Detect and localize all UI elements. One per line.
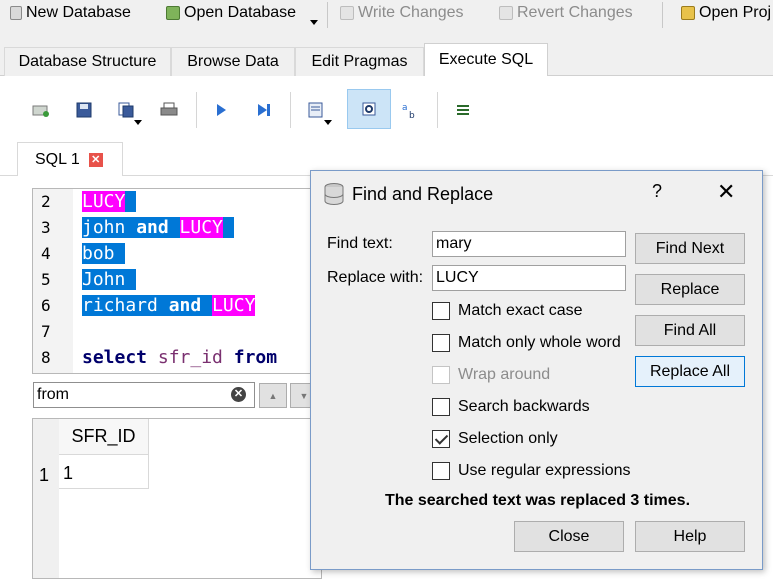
- find-previous-button[interactable]: ▲: [259, 383, 287, 408]
- match-case-label: Match exact case: [458, 302, 583, 319]
- write-changes-button[interactable]: Write Changes: [340, 0, 464, 26]
- replace-with-input[interactable]: LUCY: [432, 265, 626, 291]
- tab-edit-pragmas[interactable]: Edit Pragmas: [295, 47, 424, 76]
- line-number: 7: [41, 322, 51, 341]
- find-next-button[interactable]: Find Next: [635, 233, 745, 264]
- close-tab-icon[interactable]: ✕: [88, 152, 103, 167]
- table-cell[interactable]: 1: [59, 455, 149, 489]
- regex-checkbox[interactable]: Use regular expressions: [432, 460, 631, 482]
- find-text-label: Find text:: [327, 235, 393, 252]
- line-number-gutter: 2 3 4 5 6 7 8: [33, 189, 73, 373]
- execute-all-icon[interactable]: [208, 97, 234, 123]
- selection-only-label: Selection only: [458, 430, 558, 447]
- column-header[interactable]: SFR_ID: [59, 419, 149, 455]
- save-sql-dropdown-arrow[interactable]: [134, 120, 142, 125]
- write-changes-label: Write Changes: [358, 4, 464, 21]
- row-header-gutter: [33, 419, 59, 578]
- code-line-8: select sfr_id from: [82, 347, 278, 368]
- search-backwards-checkbox[interactable]: Search backwards: [432, 396, 590, 418]
- code-line-2: LUCY: [82, 189, 137, 215]
- replaced-match: LUCY: [82, 191, 126, 212]
- clear-search-icon[interactable]: ✕: [231, 387, 246, 402]
- line-number: 4: [41, 244, 51, 263]
- line-number: 6: [41, 296, 51, 315]
- line-number: 8: [41, 348, 51, 367]
- dialog-close-icon[interactable]: ✕: [717, 180, 735, 204]
- line-number: 5: [41, 270, 51, 289]
- find-bar-input[interactable]: from: [33, 382, 255, 408]
- find-text-input[interactable]: mary: [432, 231, 626, 257]
- find-replace-dialog: Find and Replace ? ✕ Find text: mary Rep…: [310, 170, 763, 570]
- selection-only-checkbox[interactable]: Selection only: [432, 428, 558, 450]
- write-changes-icon: [340, 6, 354, 20]
- sql-toolbar-separator: [196, 92, 197, 128]
- match-case-checkbox[interactable]: Match exact case: [432, 300, 583, 322]
- execute-current-line-icon[interactable]: [251, 97, 277, 123]
- open-database-button[interactable]: Open Database: [166, 0, 296, 26]
- whole-word-label: Match only whole word: [458, 334, 621, 351]
- open-tab-icon[interactable]: [28, 97, 54, 123]
- down-arrow-icon: ▼: [299, 390, 309, 401]
- tab-sql-1[interactable]: SQL 1 ✕: [17, 142, 123, 176]
- dialog-title: Find and Replace: [352, 184, 494, 204]
- revert-changes-button[interactable]: Revert Changes: [499, 0, 633, 26]
- new-database-button[interactable]: New Database: [10, 0, 131, 26]
- print-icon[interactable]: [156, 97, 182, 123]
- wrap-around-label: Wrap around: [458, 366, 551, 383]
- find-all-button[interactable]: Find All: [635, 315, 745, 346]
- wrap-around-checkbox[interactable]: Wrap around: [432, 364, 550, 386]
- open-project-button[interactable]: Open Proj: [681, 0, 771, 26]
- code-line-4: bob: [82, 241, 126, 267]
- help-button[interactable]: Help: [635, 521, 745, 552]
- main-tab-bar: Database Structure Browse Data Edit Prag…: [0, 43, 773, 76]
- results-grid[interactable]: SFR_ID 1 1: [32, 418, 322, 579]
- replace-with-label: Replace with:: [327, 269, 424, 286]
- svg-text:a: a: [402, 103, 408, 113]
- row-number: 1: [39, 465, 50, 485]
- save-results-dropdown-arrow[interactable]: [324, 120, 332, 125]
- open-project-icon: [681, 6, 695, 20]
- find-replace-icon[interactable]: ab: [397, 97, 423, 123]
- replaced-match: LUCY: [179, 217, 223, 238]
- new-database-icon: [10, 6, 22, 20]
- open-sql-file-icon[interactable]: [71, 97, 97, 123]
- new-database-label: New Database: [26, 4, 131, 21]
- revert-changes-label: Revert Changes: [517, 4, 633, 21]
- close-button[interactable]: Close: [514, 521, 624, 552]
- sql-editor[interactable]: 2 3 4 5 6 7 8 LUCY john and LUCY bob Joh…: [32, 188, 322, 374]
- tab-browse-data[interactable]: Browse Data: [171, 47, 295, 76]
- up-arrow-icon: ▲: [268, 390, 278, 401]
- revert-changes-icon: [499, 6, 513, 20]
- line-number: 2: [41, 192, 51, 211]
- toolbar-separator: [327, 2, 328, 28]
- open-project-label: Open Proj: [699, 4, 772, 21]
- code-line-6: richard and LUCY: [82, 295, 256, 316]
- checkmark-icon: [432, 430, 450, 448]
- find-icon[interactable]: [347, 89, 391, 129]
- replace-button[interactable]: Replace: [635, 274, 745, 305]
- whole-word-checkbox[interactable]: Match only whole word: [432, 332, 621, 354]
- replace-all-button[interactable]: Replace All: [635, 356, 745, 387]
- sql-tab-label: SQL 1: [35, 150, 80, 168]
- replaced-match: LUCY: [212, 295, 256, 316]
- regex-label: Use regular expressions: [458, 462, 631, 479]
- open-database-dropdown-arrow[interactable]: [310, 20, 318, 25]
- tab-execute-sql[interactable]: Execute SQL: [424, 43, 548, 76]
- open-database-icon: [166, 6, 180, 20]
- dialog-help-button[interactable]: ?: [652, 181, 662, 202]
- open-database-label: Open Database: [184, 4, 297, 21]
- sql-toolbar-separator: [437, 92, 438, 128]
- database-icon: [323, 182, 345, 211]
- sql-toolbar-separator: [290, 92, 291, 128]
- comment-lines-icon[interactable]: [450, 97, 476, 123]
- code-line-5: John: [82, 267, 137, 293]
- search-backwards-label: Search backwards: [458, 398, 590, 415]
- tab-database-structure[interactable]: Database Structure: [4, 47, 171, 76]
- line-number: 3: [41, 218, 51, 237]
- toolbar-separator: [662, 2, 663, 28]
- status-message: The searched text was replaced 3 times.: [384, 492, 691, 509]
- code-line-3: john and LUCY: [82, 215, 234, 241]
- main-toolbar: New Database Open Database Write Changes…: [0, 0, 773, 30]
- svg-text:b: b: [409, 111, 415, 119]
